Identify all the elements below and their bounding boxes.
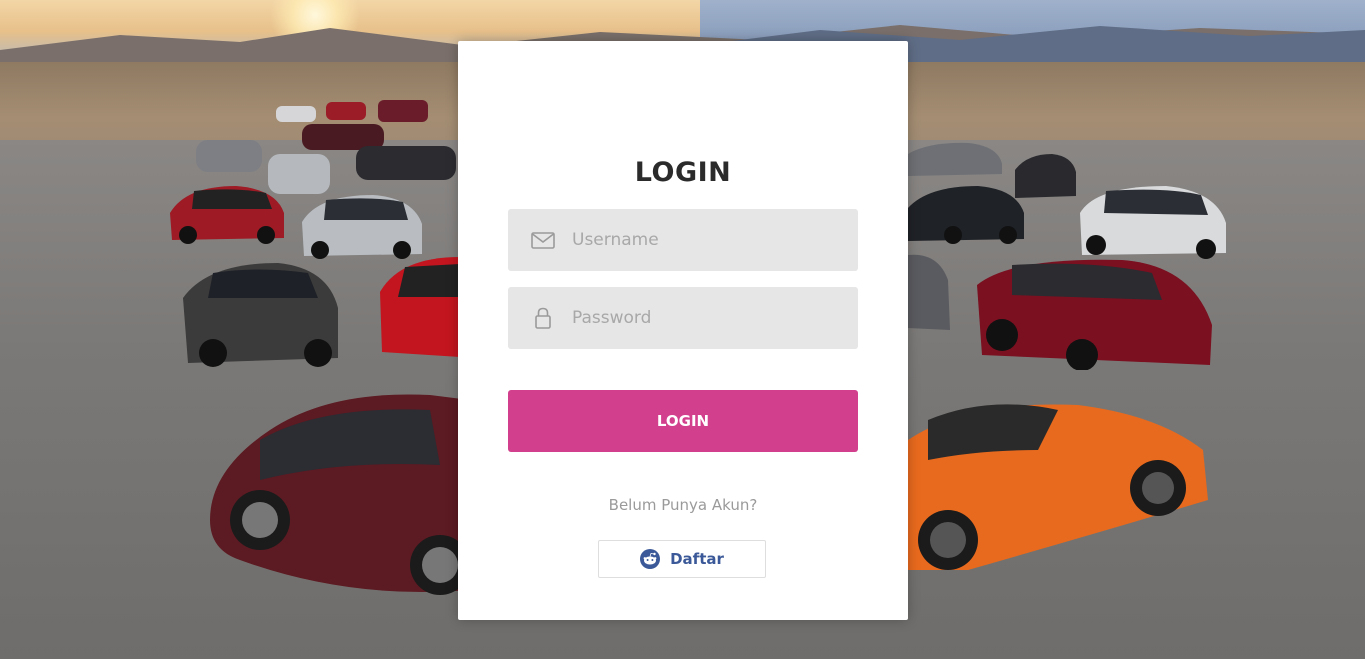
username-input[interactable] — [572, 209, 842, 271]
car-audi-black — [908, 186, 1024, 244]
car-volvo-silver — [302, 195, 422, 259]
car-grey-right — [908, 254, 950, 330]
username-field[interactable] — [508, 209, 858, 271]
password-input[interactable] — [572, 287, 842, 349]
envelope-icon — [531, 232, 555, 249]
reddit-icon — [640, 549, 661, 569]
signup-prompt: Belum Punya Akun? — [608, 496, 758, 514]
car-row-back — [196, 100, 456, 194]
car-dark-suv — [1015, 154, 1076, 198]
login-button[interactable]: LOGIN — [508, 390, 858, 452]
car-mercedes-dark — [183, 263, 338, 367]
car-convertible-orange — [908, 404, 1208, 570]
password-field[interactable] — [508, 287, 858, 349]
login-page: LOGIN LOGIN Belum Punya Akun? — [0, 0, 1365, 659]
car-red-buick — [380, 257, 460, 357]
car-sedan-maroon — [210, 394, 470, 595]
login-title: LOGIN — [634, 157, 732, 188]
car-nissan-red — [977, 259, 1212, 370]
register-button-label: Daftar — [670, 550, 724, 568]
car-grey-sedan — [908, 142, 1002, 176]
car-buick-wagon-white — [1080, 186, 1226, 259]
register-button[interactable]: Daftar — [598, 540, 766, 578]
login-card: LOGIN LOGIN Belum Punya Akun? — [458, 41, 908, 620]
lock-icon — [535, 307, 551, 329]
